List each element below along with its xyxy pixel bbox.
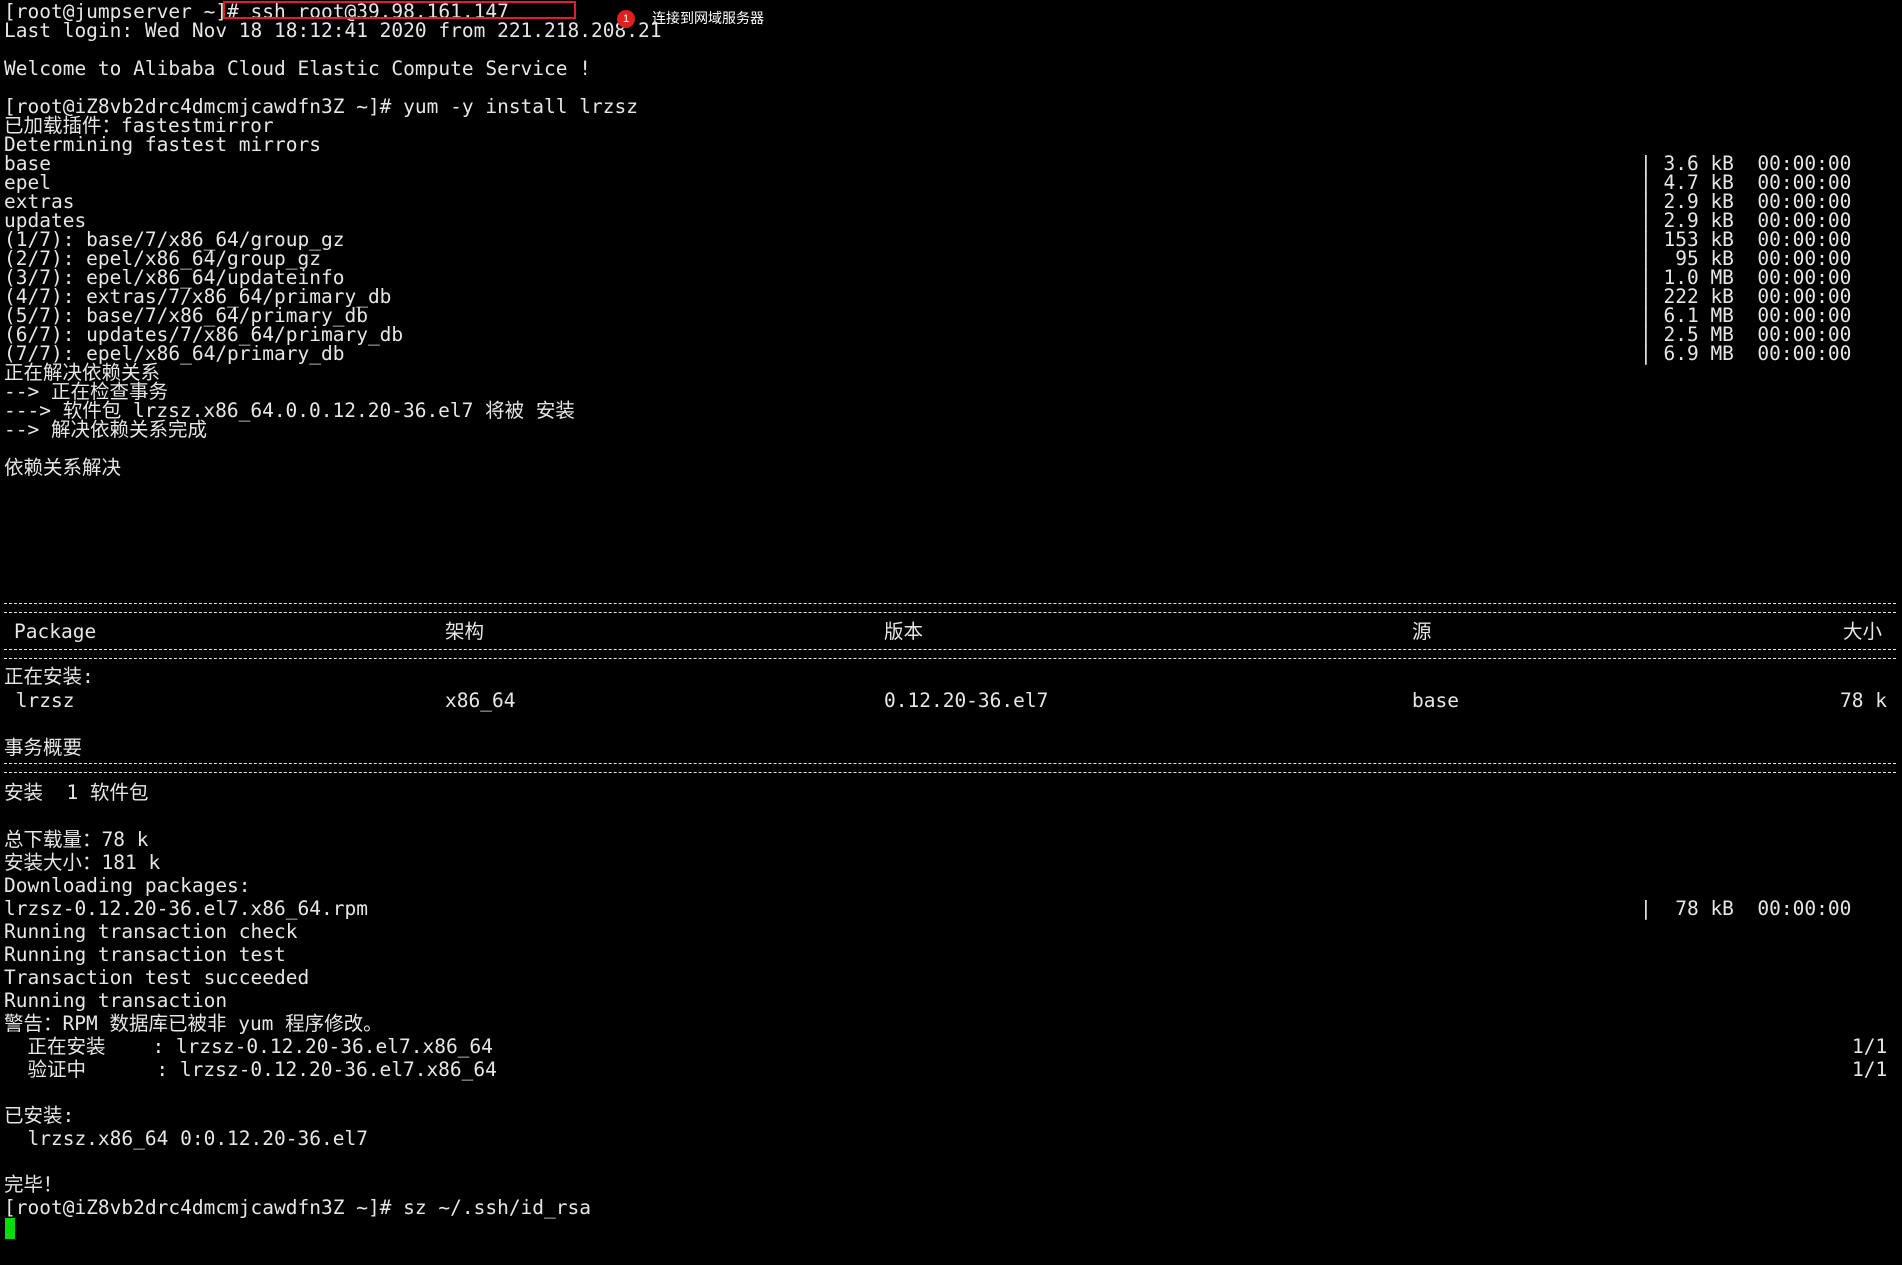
summary-line: 总下载量：78 k bbox=[4, 828, 149, 851]
table-header-arch: 架构 bbox=[445, 620, 485, 643]
welcome-line: Welcome to Alibaba Cloud Elastic Compute… bbox=[4, 57, 591, 80]
transaction-line: Running transaction test bbox=[4, 943, 286, 966]
step-line: 验证中 : lrzsz-0.12.20-36.el7.x86_64 bbox=[4, 1058, 497, 1081]
table-section: 正在安装: bbox=[4, 665, 94, 688]
step-line: 正在安装 : lrzsz-0.12.20-36.el7.x86_64 bbox=[4, 1035, 493, 1058]
resolve-line: 依赖关系解决 bbox=[4, 456, 122, 479]
table-header-package: Package bbox=[14, 620, 97, 643]
table-cell-arch: x86_64 bbox=[445, 689, 516, 712]
step-count: 1/1 bbox=[1852, 1058, 1888, 1081]
terminal-window[interactable]: [root@jumpserver ~]# ssh root@39.98.161.… bbox=[0, 0, 1902, 1265]
last-login-line: Last login: Wed Nov 18 18:12:41 2020 fro… bbox=[4, 19, 662, 42]
download-line: lrzsz-0.12.20-36.el7.x86_64.rpm bbox=[4, 897, 368, 920]
command-highlight-box bbox=[223, 1, 576, 19]
summary-line: 安装大小：181 k bbox=[4, 851, 161, 874]
resolve-line: --> 解决依赖关系完成 bbox=[4, 418, 207, 441]
table-cell-package: lrzsz bbox=[4, 689, 75, 712]
table-cell-version: 0.12.20-36.el7 bbox=[884, 689, 1049, 712]
step-count: 1/1 bbox=[1852, 1035, 1888, 1058]
table-header-repo: 源 bbox=[1412, 620, 1432, 643]
transaction-line: Running transaction bbox=[4, 989, 228, 1012]
prompt-line-sz: [root@iZ8vb2drc4dmcmjcawdfn3Z ~]# sz ~/.… bbox=[4, 1196, 591, 1219]
repo-size: | 6.9 MB 00:00:00 bbox=[1640, 342, 1852, 365]
summary-title: 事务概要 bbox=[4, 736, 83, 759]
warning-line: 警告：RPM 数据库已被非 yum 程序修改。 bbox=[4, 1012, 383, 1035]
installed-title: 已安装: bbox=[4, 1104, 75, 1127]
summary-line: Downloading packages: bbox=[4, 874, 251, 897]
table-rule-mid bbox=[4, 649, 1896, 659]
table-header-version: 版本 bbox=[884, 620, 924, 643]
table-cell-repo: base bbox=[1412, 689, 1459, 712]
table-cell-size: 78 k bbox=[1840, 689, 1887, 712]
callout-badge: 1 bbox=[617, 10, 635, 28]
complete-line: 完毕！ bbox=[4, 1173, 63, 1196]
download-size: | 78 kB 00:00:00 bbox=[1640, 897, 1852, 920]
callout-text: 连接到网域服务器 bbox=[652, 11, 764, 27]
summary-line: 安装 1 软件包 bbox=[4, 781, 149, 804]
terminal-cursor[interactable] bbox=[5, 1218, 15, 1239]
transaction-line: Transaction test succeeded bbox=[4, 966, 310, 989]
mirrors-line: Determining fastest mirrors bbox=[4, 133, 321, 156]
table-header-size: 大小 bbox=[1843, 620, 1883, 643]
summary-rule bbox=[4, 763, 1896, 773]
table-rule-top bbox=[4, 603, 1896, 613]
transaction-line: Running transaction check bbox=[4, 920, 298, 943]
installed-package: lrzsz.x86_64 0:0.12.20-36.el7 bbox=[4, 1127, 368, 1150]
